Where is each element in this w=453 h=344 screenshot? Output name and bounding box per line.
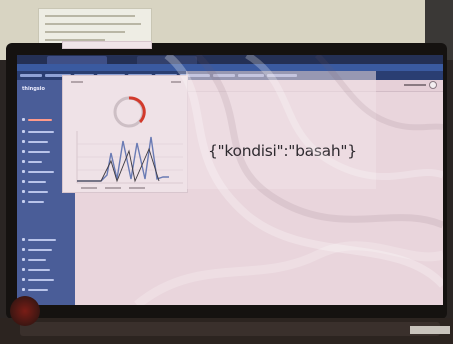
menu-icon [22,268,25,271]
sidebar-item[interactable] [22,288,48,291]
paper-line [45,23,141,25]
sidebar-item[interactable] [22,140,48,143]
user-name [404,84,426,86]
address-bar[interactable] [17,64,443,71]
sidebar-item[interactable] [22,258,46,261]
sidebar-item-dashboard[interactable] [22,118,52,121]
sidebar-item-label [28,248,52,251]
menu-icon [22,258,25,261]
sidebar-item[interactable] [22,180,46,183]
sidebar-item-label [28,118,52,121]
menu-icon [22,180,25,183]
sidebar-item[interactable] [22,130,54,133]
sidebar-item[interactable] [22,160,42,163]
line-chart [76,131,183,189]
sidebar-item[interactable] [22,150,50,153]
sidebar-item-label [28,278,54,281]
breadcrumb [62,41,152,49]
bookmark-item[interactable] [20,74,42,77]
sidebar-item-label [28,238,56,241]
menu-icon [22,288,25,291]
sidebar-item-label [28,160,42,163]
menu-icon [22,200,25,203]
laptop-stand [410,326,450,334]
gauge-widget [113,96,146,128]
message-panel [186,71,376,189]
browser-tab-bar [17,55,443,64]
sidebar-item-label [28,150,50,153]
sidebar-item[interactable] [22,248,52,251]
paper-line [45,15,135,17]
laptop-keyboard-edge [20,322,440,336]
dashboard-icon [22,118,25,121]
browser-tab[interactable] [137,56,197,64]
browser-tab[interactable] [47,56,107,64]
menu-icon [22,238,25,241]
sidebar-item[interactable] [22,238,56,241]
series-line [77,136,169,182]
sidebar-item[interactable] [22,170,54,173]
avatar[interactable] [429,81,437,89]
menu-icon [22,130,25,133]
paper-line [45,31,125,33]
sidebar-item-label [28,200,44,203]
menu-icon [22,278,25,281]
json-payload-text: {"kondisi":"basah"} [208,142,357,160]
sidebar-item-label [28,130,54,133]
menu-icon [22,140,25,143]
menu-icon [22,170,25,173]
sidebar-item-label [28,190,48,193]
sidebar-item[interactable] [22,190,48,193]
sidebar-item[interactable] [22,278,54,281]
sidebar-item-label [28,180,46,183]
menu-icon [22,150,25,153]
menu-icon [22,248,25,251]
menu-icon [22,190,25,193]
brand-logo-text: thingsio [22,86,45,92]
sidebar-item-label [28,170,54,173]
sidebar-item[interactable] [22,268,50,271]
sidebar-item-label [28,288,48,291]
sidebar-item[interactable] [22,200,44,203]
sidebar-item-label [28,268,50,271]
menu-icon [22,160,25,163]
sidebar-item-label [28,258,46,261]
sidebar-item-label [28,140,48,143]
red-object [10,296,40,326]
